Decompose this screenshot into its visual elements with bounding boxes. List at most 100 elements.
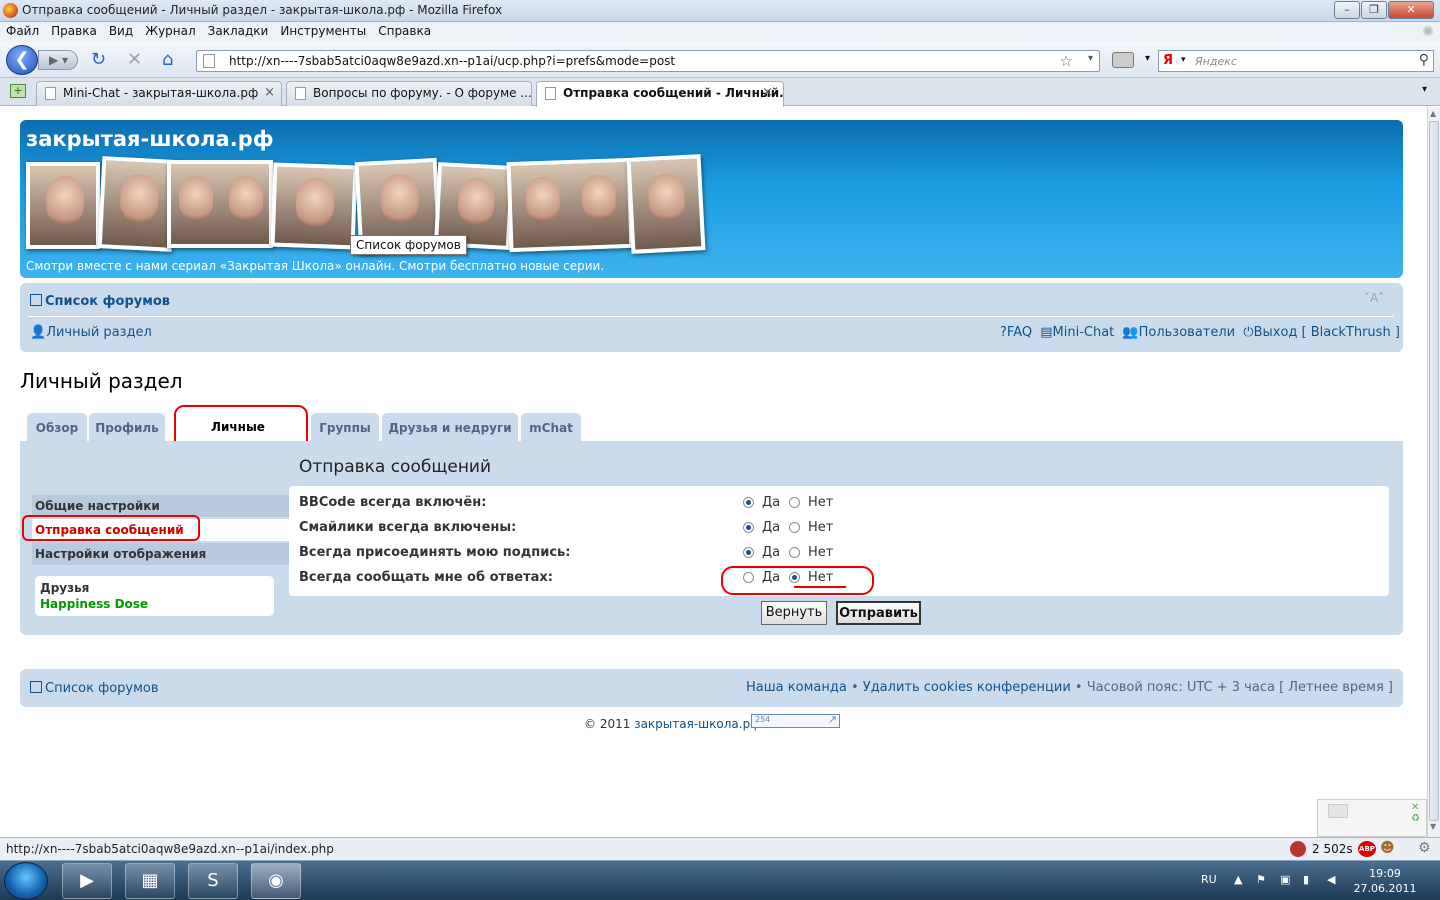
separator: •	[1074, 680, 1083, 695]
font-resize-icon[interactable]: ˅A˄	[1364, 291, 1384, 305]
menu-bookmarks[interactable]: Закладки	[202, 22, 275, 38]
cast-photo	[506, 157, 634, 253]
sidebar-item-display[interactable]: Настройки отображения	[32, 543, 289, 565]
clock-time: 19:09	[1369, 867, 1401, 880]
page-icon	[45, 87, 56, 100]
reload-icon[interactable]: ↻	[91, 51, 106, 69]
chevron-down-icon[interactable]: ▾	[1181, 55, 1186, 65]
search-box[interactable]: Я ▾ Яндекс ⚲	[1158, 50, 1434, 72]
tab-profile[interactable]: Профиль	[89, 413, 165, 441]
menu-help[interactable]: Справка	[372, 22, 437, 38]
friend-link[interactable]: Happiness Dose	[40, 597, 148, 611]
new-tab-icon[interactable]: +	[10, 84, 26, 98]
bbcode-no-radio[interactable]	[789, 497, 800, 508]
logout-link[interactable]: ⏻Выход [ BlackThrush ]	[1243, 325, 1400, 340]
bbcode-label: BBCode всегда включён:	[299, 495, 487, 510]
widget-controls-icon[interactable]: ✕ ♻	[1411, 802, 1420, 824]
tab-groups[interactable]: Группы	[311, 413, 379, 441]
vertical-scrollbar[interactable]: ▲ ▼	[1427, 107, 1440, 837]
tab-friends-foes[interactable]: Друзья и недруги	[382, 413, 518, 441]
site-name[interactable]: закрытая-школа.рф	[26, 127, 274, 151]
tab-send-messages[interactable]: Отправка сообщений - Личный... ×	[536, 81, 784, 107]
members-link[interactable]: 👥Пользователи	[1122, 325, 1235, 340]
addon-icon[interactable]: ⚙	[1418, 840, 1431, 856]
tray-expand-icon[interactable]: ▲	[1234, 873, 1242, 886]
menu-file[interactable]: Файл	[0, 22, 45, 38]
chevron-down-icon[interactable]: ▾	[1422, 84, 1427, 95]
menu-tools[interactable]: Инструменты	[274, 22, 372, 38]
bbcode-yes-radio[interactable]	[743, 497, 754, 508]
reset-button[interactable]: Вернуть	[761, 601, 827, 625]
menu-bar: Файл Правка Вид Журнал Закладки Инструменты Сп…	[0, 22, 1440, 42]
volume-icon[interactable]: ◀	[1327, 873, 1335, 886]
menu-edit[interactable]: Правка	[45, 22, 103, 38]
tab-forum-questions[interactable]: Вопросы по форуму. - О форуме ...	[286, 81, 532, 106]
scroll-up-icon[interactable]: ▲	[1430, 109, 1436, 118]
addon-icon[interactable]	[1290, 841, 1306, 857]
scroll-down-icon[interactable]: ▼	[1430, 822, 1436, 831]
tab-mchat[interactable]: mChat	[521, 413, 581, 441]
smilies-no-radio[interactable]	[789, 522, 800, 533]
stop-icon[interactable]: ✕	[127, 51, 142, 69]
user-icon: 👤	[30, 325, 47, 340]
address-bar[interactable]: http://xn----7sbab5atci0aqw8e9azd.xn--p1…	[196, 50, 1100, 72]
yandex-icon[interactable]: Я	[1163, 53, 1173, 68]
home-icon[interactable]: ⌂	[162, 51, 173, 69]
explorer-icon[interactable]: ▦	[125, 863, 175, 899]
footer-forum-index-link[interactable]: Список форумов	[30, 681, 159, 696]
menu-history[interactable]: Журнал	[139, 22, 202, 38]
clock[interactable]: 19:09 27.06.2011	[1350, 866, 1420, 896]
tab-minichat[interactable]: Mini-Chat - закрытая-школа.рф ×	[36, 81, 282, 106]
window-title: Отправка сообщений - Личный раздел - зак…	[22, 3, 503, 17]
media-player-icon[interactable]: ▶	[62, 863, 112, 899]
close-tab-icon[interactable]: ×	[762, 82, 773, 104]
page-icon	[295, 87, 306, 100]
camera-icon[interactable]	[1112, 52, 1134, 68]
signature-no-radio[interactable]	[789, 547, 800, 558]
back-button[interactable]: ❮	[6, 45, 38, 75]
tab-overview[interactable]: Обзор	[27, 413, 87, 441]
network-icon[interactable]: ⚑	[1256, 873, 1266, 886]
sidebar-item-general[interactable]: Общие настройки	[32, 495, 289, 517]
display-icon[interactable]: ▣	[1280, 873, 1290, 886]
copyright-site-link[interactable]: закрытая-школа.рф	[634, 717, 760, 731]
team-link[interactable]: Наша команда	[746, 680, 847, 695]
signature-yes-radio[interactable]	[743, 547, 754, 558]
skype-icon[interactable]: S	[188, 863, 238, 899]
minichat-link[interactable]: ▤Mini-Chat	[1040, 325, 1114, 340]
form-heading: Отправка сообщений	[299, 457, 492, 477]
visit-counter[interactable]: 254 ↗	[751, 713, 840, 728]
footer-links: Наша команда • Удалить cookies конференц…	[746, 680, 1393, 695]
ucp-link[interactable]: 👤Личный раздел	[30, 325, 152, 340]
menu-view[interactable]: Вид	[103, 22, 139, 38]
page-icon	[203, 54, 215, 68]
addon-icon[interactable]: ☻	[1380, 840, 1395, 856]
cast-photo	[626, 154, 706, 254]
start-button[interactable]	[4, 862, 48, 900]
forward-button[interactable]: ▶ ▾	[38, 50, 78, 70]
window-titlebar: Отправка сообщений - Личный раздел - зак…	[0, 0, 1440, 22]
submit-button[interactable]: Отправить	[836, 601, 921, 625]
smilies-yes-radio[interactable]	[743, 522, 754, 533]
signal-icon[interactable]: ▮	[1303, 873, 1309, 886]
forum-index-link[interactable]: Список форумов	[30, 294, 170, 309]
radio-label: Нет	[808, 520, 834, 535]
close-window-button[interactable]: ✕	[1388, 1, 1434, 19]
minimize-button[interactable]: –	[1334, 1, 1360, 19]
close-tab-icon[interactable]: ×	[264, 82, 275, 104]
tab-bar: + Mini-Chat - закрытая-школа.рф × Вопрос…	[0, 78, 1440, 107]
maximize-button[interactable]: ❐	[1361, 1, 1387, 19]
language-indicator[interactable]: RU	[1201, 873, 1217, 886]
scroll-thumb[interactable]	[1429, 121, 1439, 821]
faq-link[interactable]: ?FAQ	[1000, 325, 1032, 340]
search-icon[interactable]: ⚲	[1419, 52, 1429, 68]
bookmark-star-icon[interactable]: ☆	[1060, 52, 1073, 70]
adblock-icon[interactable]: ABP	[1358, 841, 1376, 857]
firefox-icon	[3, 3, 18, 18]
delete-cookies-link[interactable]: Удалить cookies конференции	[863, 680, 1071, 695]
chevron-down-icon[interactable]: ▾	[1145, 53, 1150, 64]
faq-label: FAQ	[1006, 325, 1033, 340]
chevron-down-icon[interactable]: ▾	[1088, 53, 1093, 64]
firefox-taskbar-icon[interactable]: ◉	[251, 863, 301, 899]
chat-icon: ▤	[1040, 325, 1053, 340]
